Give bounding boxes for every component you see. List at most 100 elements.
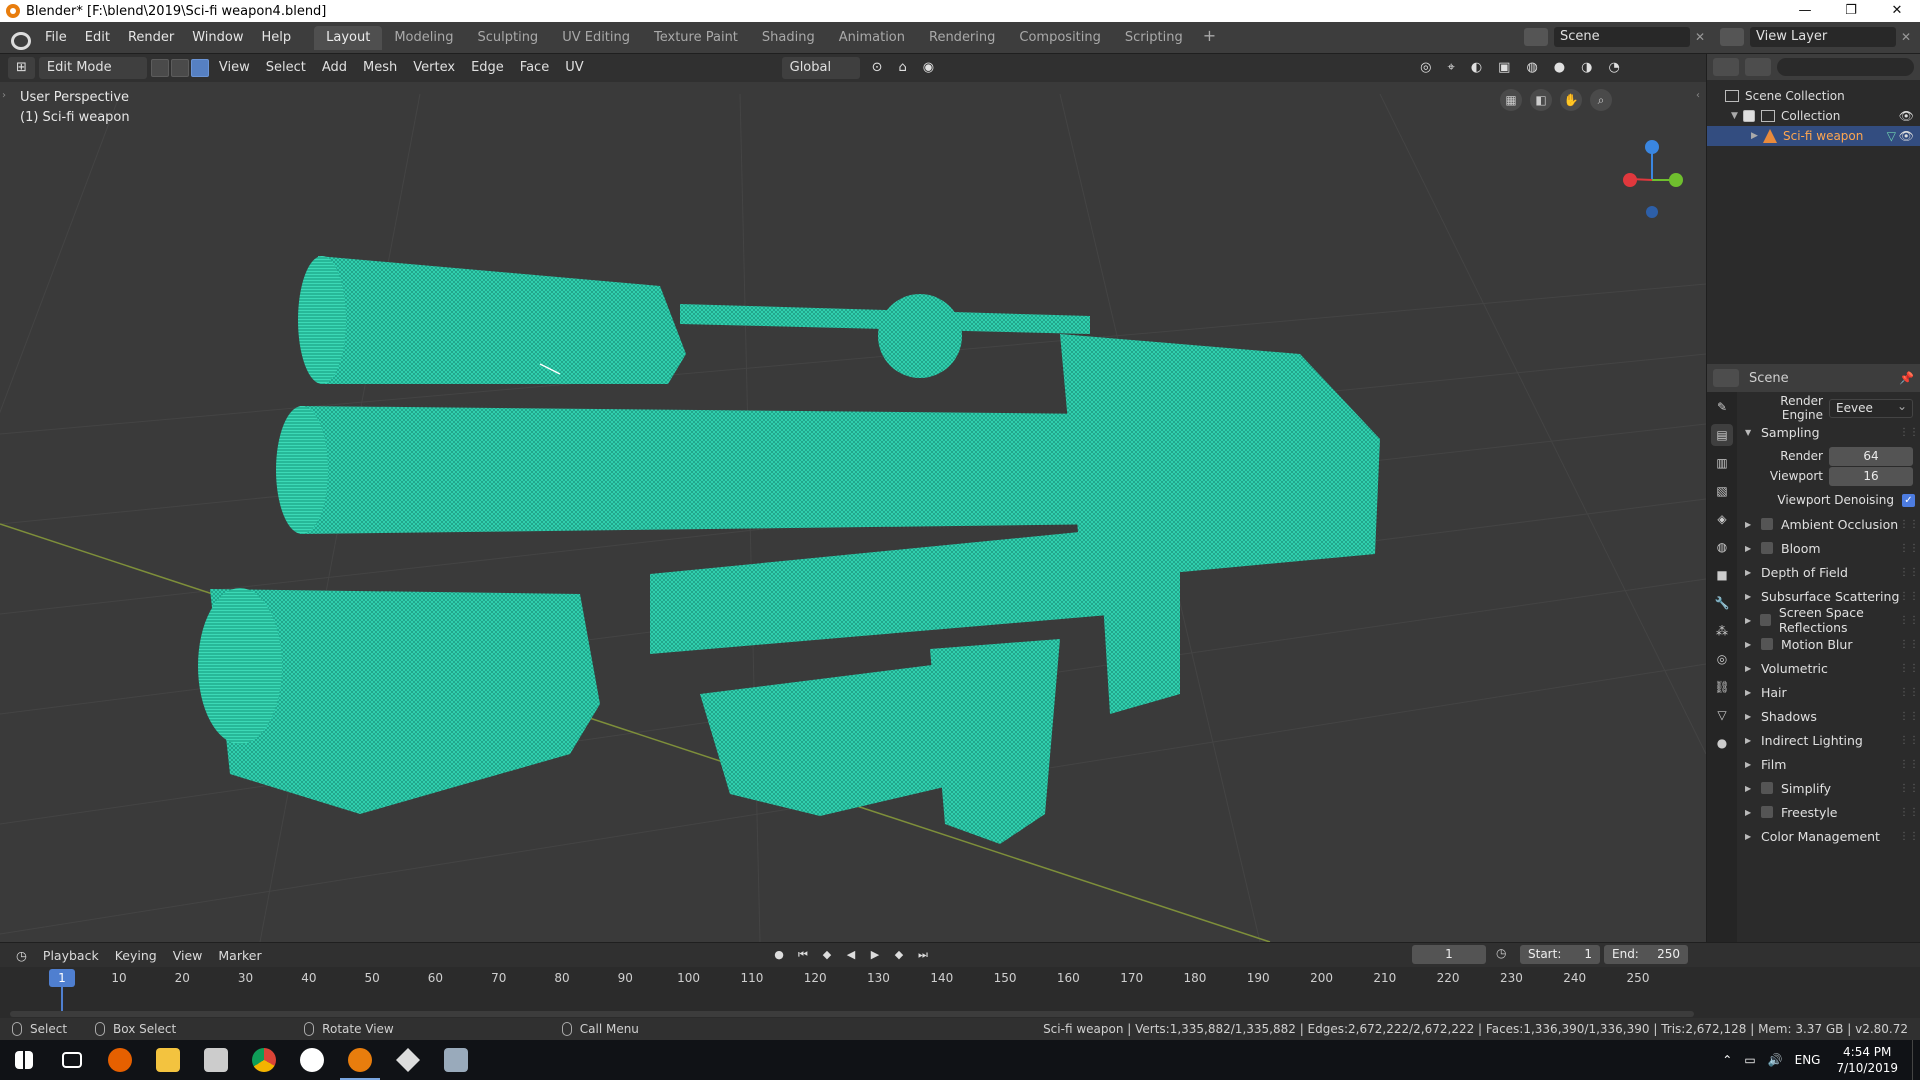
- chevron-right-icon[interactable]: ▶: [1745, 520, 1755, 529]
- editor-type-dropdown[interactable]: ⊞: [8, 57, 35, 79]
- minimize-button[interactable]: —: [1782, 0, 1828, 22]
- chevron-right-icon[interactable]: ▶: [1745, 568, 1755, 577]
- outliner-collection[interactable]: ▼ Collection 👁: [1707, 106, 1920, 126]
- menu-add[interactable]: Add: [314, 57, 355, 79]
- menu-view[interactable]: View: [211, 57, 258, 79]
- panel-enable-checkbox[interactable]: [1761, 806, 1773, 818]
- proportional-edit-icon[interactable]: ◉: [915, 57, 942, 79]
- timeline-scrollbar[interactable]: [10, 1011, 1694, 1017]
- constraints-tab-icon[interactable]: ⛓: [1711, 676, 1733, 698]
- tab-texture-paint[interactable]: Texture Paint: [642, 26, 750, 50]
- tab-layout[interactable]: Layout: [314, 25, 383, 50]
- face-select-mode-icon[interactable]: [190, 59, 209, 77]
- outliner-editor-icon[interactable]: [1713, 58, 1739, 76]
- render-engine-dropdown[interactable]: Eevee: [1829, 398, 1913, 418]
- render-samples-field[interactable]: 64: [1829, 446, 1913, 466]
- drag-handle-icon[interactable]: ⋮⋮: [1899, 735, 1919, 746]
- scene-icon[interactable]: [1524, 28, 1548, 46]
- chevron-right-icon[interactable]: ▶: [1751, 131, 1763, 141]
- material-tab-icon[interactable]: ●: [1711, 732, 1733, 754]
- edge-select-mode-icon[interactable]: [170, 59, 189, 77]
- chevron-down-icon[interactable]: ▼: [1731, 111, 1743, 121]
- jump-end-icon[interactable]: ⏭: [914, 945, 932, 965]
- view-layer-selector[interactable]: View Layer ✕: [1720, 26, 1916, 48]
- firefox-icon[interactable]: [108, 1048, 132, 1072]
- current-frame-indicator[interactable]: 1: [49, 969, 75, 987]
- tab-modeling[interactable]: Modeling: [382, 26, 465, 50]
- drag-handle-icon[interactable]: ⋮⋮: [1899, 711, 1919, 722]
- vertex-select-mode-icon[interactable]: [150, 59, 169, 77]
- panel-enable-checkbox[interactable]: [1760, 614, 1771, 626]
- transform-orientation-dropdown[interactable]: Global: [781, 57, 860, 79]
- viewport-denoising-checkbox[interactable]: ✓: [1902, 493, 1915, 507]
- chevron-right-icon[interactable]: ▶: [1745, 640, 1755, 649]
- solid-shading-icon[interactable]: ●: [1546, 57, 1573, 79]
- 3d-viewport[interactable]: ⊞ Edit Mode View Select Add Mesh Vertex …: [0, 54, 1706, 942]
- system-clock[interactable]: 4:54 PM 7/10/2019: [1836, 1044, 1898, 1076]
- firefox-taskbar-app[interactable]: [96, 1040, 144, 1080]
- tab-compositing[interactable]: Compositing: [1007, 26, 1113, 50]
- chrome-icon[interactable]: [252, 1048, 276, 1072]
- camera-view-icon[interactable]: ◧: [1530, 89, 1552, 111]
- menu-keying[interactable]: Keying: [107, 948, 165, 963]
- mesh-data-icon[interactable]: ▽: [1887, 129, 1896, 143]
- close-button[interactable]: ✕: [1874, 0, 1920, 22]
- prev-keyframe-icon[interactable]: ◆: [818, 945, 836, 965]
- chevron-right-icon[interactable]: ▶: [1745, 736, 1755, 745]
- material-shading-icon[interactable]: ◑: [1573, 57, 1600, 79]
- panel-volumetric[interactable]: ▶ Volumetric ⋮⋮: [1737, 656, 1920, 680]
- paint-icon[interactable]: [444, 1048, 468, 1072]
- visibility-icon[interactable]: ◎: [1412, 57, 1439, 79]
- panel-film[interactable]: ▶ Film ⋮⋮: [1737, 752, 1920, 776]
- end-frame-field[interactable]: End: 250: [1604, 945, 1688, 964]
- chevron-right-icon[interactable]: ▶: [1745, 688, 1755, 697]
- sidebar-expand-icon[interactable]: ‹: [1696, 90, 1700, 101]
- grid-view-icon[interactable]: ▦: [1500, 89, 1522, 111]
- show-desktop-button[interactable]: [1912, 1040, 1920, 1080]
- tab-animation[interactable]: Animation: [827, 26, 917, 50]
- chevron-up-icon[interactable]: ⌃: [1722, 1053, 1732, 1067]
- menu-vertex[interactable]: Vertex: [405, 57, 463, 79]
- blender-taskbar-app[interactable]: [336, 1040, 384, 1080]
- pan-hand-icon[interactable]: ✋: [1560, 89, 1582, 111]
- play-icon[interactable]: ▶: [866, 945, 884, 965]
- blender-icon[interactable]: [348, 1048, 372, 1072]
- drag-handle-icon[interactable]: ⋮⋮: [1899, 759, 1919, 770]
- drag-handle-icon[interactable]: ⋮⋮: [1899, 807, 1919, 818]
- menu-help[interactable]: Help: [253, 22, 301, 54]
- paint-taskbar-app[interactable]: [432, 1040, 480, 1080]
- output-tab-icon[interactable]: ▥: [1711, 452, 1733, 474]
- viewport-scene[interactable]: [0, 54, 1706, 942]
- drag-handle-icon[interactable]: ⋮⋮: [1899, 591, 1919, 602]
- zoom-icon[interactable]: ⌕: [1590, 89, 1612, 111]
- outliner-search-input[interactable]: [1777, 58, 1914, 76]
- panel-ambient-occlusion[interactable]: ▶ Ambient Occlusion ⋮⋮: [1737, 512, 1920, 536]
- scene-name-field[interactable]: Scene: [1554, 27, 1690, 47]
- clock-icon[interactable]: ◷: [1496, 946, 1506, 960]
- close-icon[interactable]: ✕: [1896, 30, 1916, 44]
- chevron-right-icon[interactable]: ▶: [1745, 664, 1755, 673]
- restore-button[interactable]: ❐: [1828, 0, 1874, 22]
- menu-edit[interactable]: Edit: [76, 22, 119, 54]
- tab-scripting[interactable]: Scripting: [1113, 26, 1195, 50]
- data-tab-icon[interactable]: ▽: [1711, 704, 1733, 726]
- properties-editor-icon[interactable]: [1713, 369, 1739, 387]
- close-icon[interactable]: ✕: [1690, 30, 1710, 44]
- physics-tab-icon[interactable]: ◎: [1711, 648, 1733, 670]
- unreal-engine-icon[interactable]: [300, 1048, 324, 1072]
- menu-marker[interactable]: Marker: [210, 948, 269, 963]
- task-view-button[interactable]: [48, 1040, 96, 1080]
- drag-handle-icon[interactable]: ⋮⋮: [1899, 783, 1919, 794]
- unreal-taskbar-app[interactable]: [288, 1040, 336, 1080]
- panel-enable-checkbox[interactable]: [1761, 518, 1773, 530]
- start-frame-field[interactable]: Start: 1: [1520, 945, 1600, 964]
- viewport-denoising-row[interactable]: Viewport Denoising ✓: [1737, 488, 1920, 512]
- next-keyframe-icon[interactable]: ◆: [890, 945, 908, 965]
- file-explorer-taskbar-app[interactable]: [144, 1040, 192, 1080]
- menu-playback[interactable]: Playback: [35, 948, 107, 963]
- chevron-right-icon[interactable]: ▶: [1745, 592, 1755, 601]
- sci-fi-weapon-mesh[interactable]: [198, 256, 1380, 844]
- drag-handle-icon[interactable]: ⋮⋮: [1899, 639, 1919, 650]
- menu-select[interactable]: Select: [258, 57, 314, 79]
- scene-selector[interactable]: Scene ✕: [1524, 26, 1710, 48]
